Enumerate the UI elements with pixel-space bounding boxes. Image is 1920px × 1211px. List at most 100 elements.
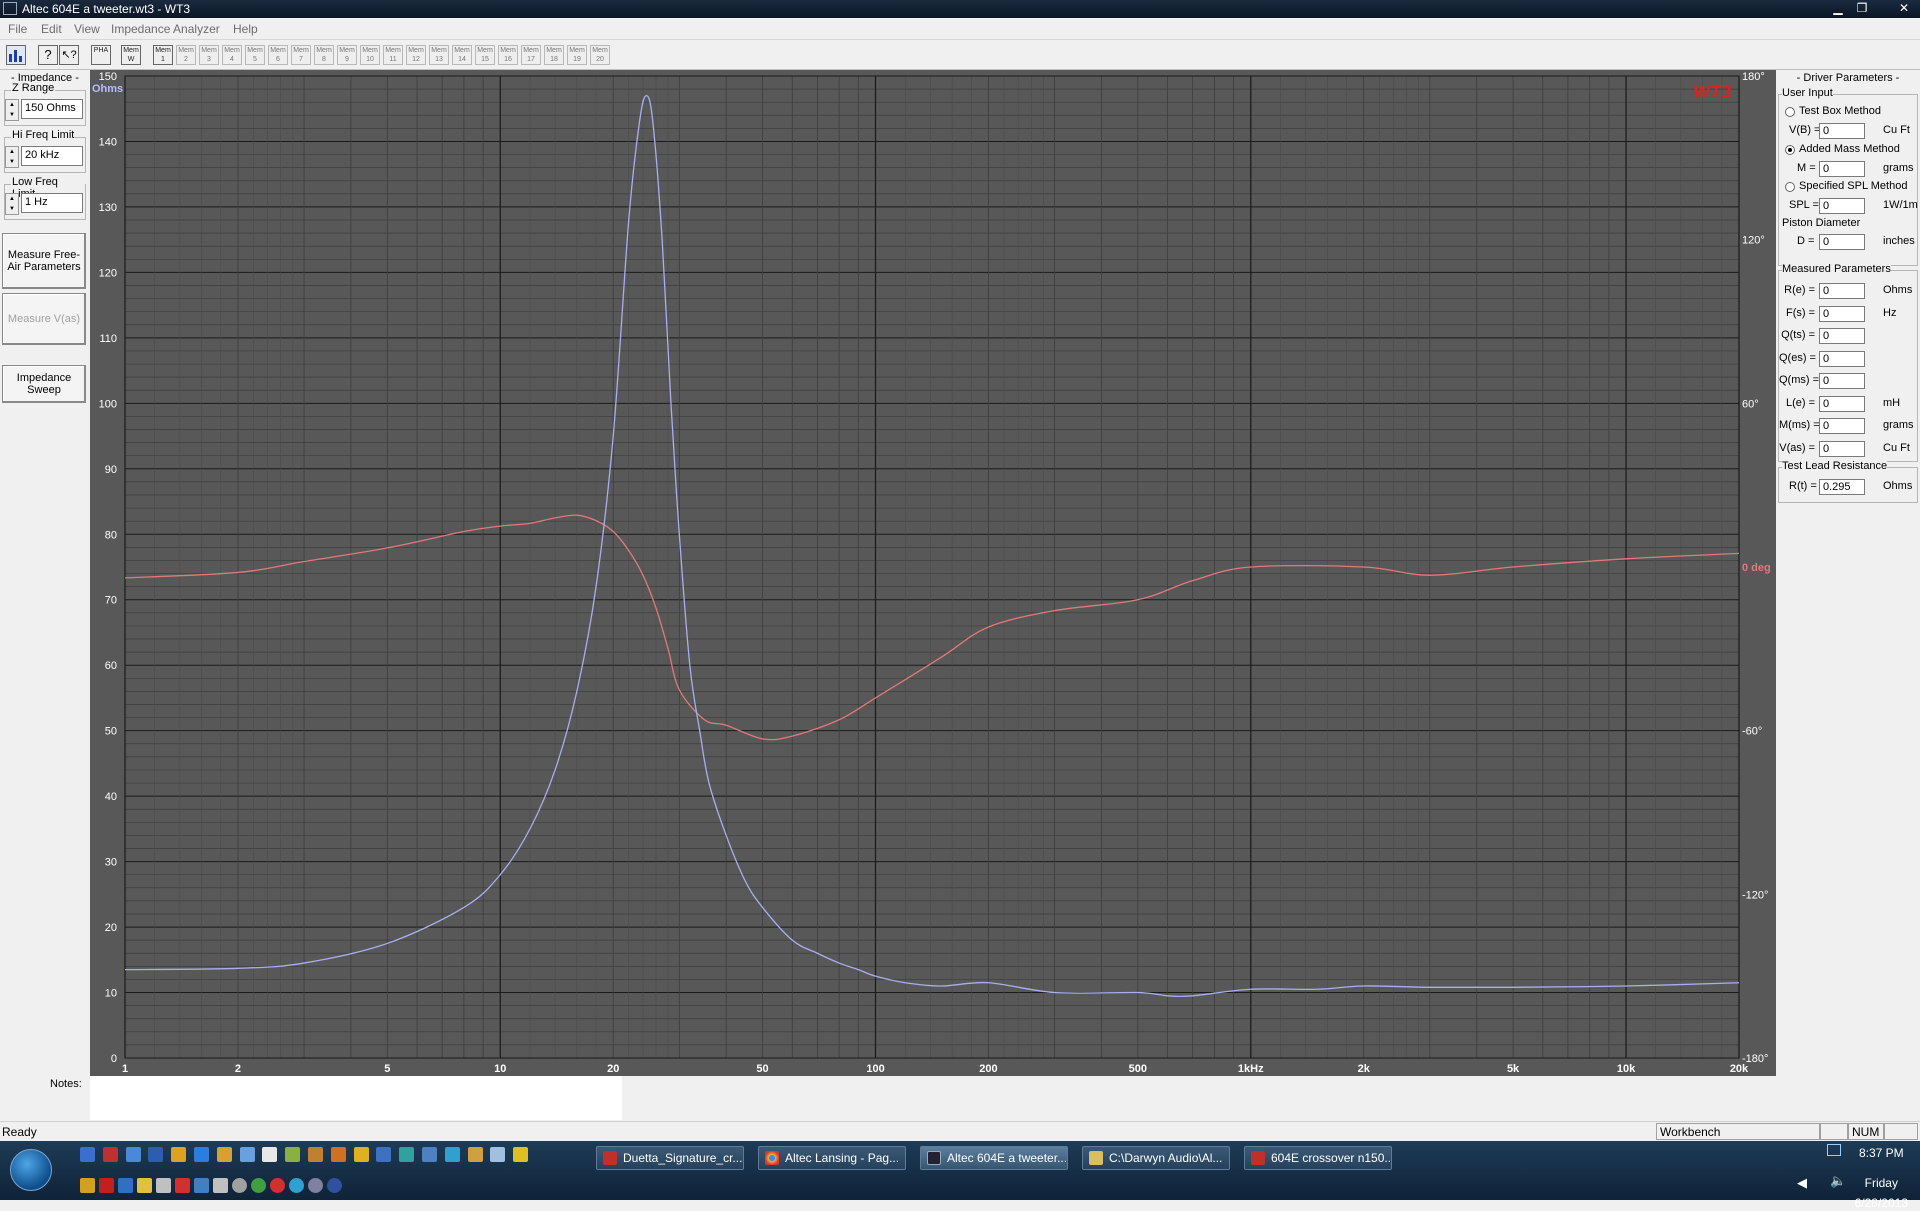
m-field[interactable]: 0 xyxy=(1819,161,1865,177)
mem-slot-button[interactable]: Mem 12 xyxy=(406,45,426,65)
mem-slot-button[interactable]: Mem 3 xyxy=(199,45,219,65)
show-hidden-icons[interactable]: ◀ xyxy=(1797,1175,1807,1191)
quick-launch-icon[interactable] xyxy=(148,1147,164,1162)
mem-slot-button[interactable]: Mem 11 xyxy=(383,45,403,65)
impedance-chart[interactable]: 0102030405060708090100110120130140150Ohm… xyxy=(90,70,1776,1076)
mem-slot-button[interactable]: Mem 8 xyxy=(314,45,334,65)
mem-slot-button[interactable]: Mem 13 xyxy=(429,45,449,65)
quick-launch-icon[interactable] xyxy=(285,1147,301,1162)
mem-slot-button[interactable]: Mem 19 xyxy=(567,45,587,65)
chart-view-button[interactable] xyxy=(6,45,26,65)
measure-free-air-button[interactable]: Measure Free-Air Parameters xyxy=(2,233,86,289)
task-crossover-pdf[interactable]: 604E crossover n150... xyxy=(1244,1146,1392,1170)
menu-help[interactable]: Help xyxy=(233,22,258,36)
param-field[interactable]: 0 xyxy=(1819,328,1865,344)
quick-launch-icon[interactable] xyxy=(513,1147,529,1162)
quick-launch-icon[interactable] xyxy=(422,1147,437,1162)
network-icon[interactable] xyxy=(1827,1144,1841,1156)
mem-slot-button[interactable]: Mem 7 xyxy=(291,45,311,65)
mem-slot-button[interactable]: Mem 4 xyxy=(222,45,242,65)
hifreq-field[interactable]: 20 kHz xyxy=(21,146,83,166)
param-field[interactable]: 0 xyxy=(1819,440,1865,457)
quick-launch-icon[interactable] xyxy=(270,1178,285,1193)
quick-launch-icon[interactable] xyxy=(80,1178,95,1193)
context-help-button[interactable]: ↖? xyxy=(59,45,79,65)
quick-launch-icon[interactable] xyxy=(251,1178,266,1193)
quick-launch-icon[interactable] xyxy=(171,1147,187,1162)
quick-launch-icon[interactable] xyxy=(490,1147,506,1162)
mem-slot-button[interactable]: Mem 18 xyxy=(544,45,564,65)
mem-slot-button[interactable]: Mem 9 xyxy=(337,45,357,65)
start-button[interactable] xyxy=(10,1149,52,1191)
spl-field[interactable]: 0 xyxy=(1819,198,1865,214)
quick-launch-icon[interactable] xyxy=(232,1178,247,1193)
rt-field[interactable]: 0.295 xyxy=(1819,479,1865,495)
menu-view[interactable]: View xyxy=(74,22,100,36)
param-field[interactable]: 0 xyxy=(1819,418,1865,434)
lofreq-spinner[interactable]: ▲ ▼ xyxy=(5,193,19,215)
quick-launch-icon[interactable] xyxy=(262,1147,278,1162)
impedance-sweep-button[interactable]: Impedance Sweep xyxy=(2,365,86,403)
mem-slot-button[interactable]: Mem 5 xyxy=(245,45,265,65)
quick-launch-icon[interactable] xyxy=(194,1147,209,1162)
quick-launch-icon[interactable] xyxy=(118,1178,133,1193)
hifreq-spinner[interactable]: ▲ ▼ xyxy=(5,146,19,168)
quick-launch-icon[interactable] xyxy=(102,1147,118,1162)
quick-launch-icon[interactable] xyxy=(80,1147,95,1162)
menu-edit[interactable]: Edit xyxy=(41,22,62,36)
measure-vas-button[interactable]: Measure V(as) xyxy=(2,293,86,345)
task-explorer[interactable]: C:\Darwyn Audio\Al... xyxy=(1082,1146,1230,1170)
param-field[interactable]: 0 xyxy=(1819,350,1865,367)
mem-1-button[interactable]: Mem 1 xyxy=(153,45,173,65)
mem-slot-button[interactable]: Mem 16 xyxy=(498,45,518,65)
task-duetta-pdf[interactable]: Duetta_Signature_cr... xyxy=(596,1146,744,1170)
param-field[interactable]: 0 xyxy=(1819,305,1865,322)
mem-slot-button[interactable]: Mem 17 xyxy=(521,45,541,65)
quick-launch-icon[interactable] xyxy=(327,1178,342,1193)
quick-launch-icon[interactable] xyxy=(467,1147,483,1162)
mem-slot-button[interactable]: Mem 15 xyxy=(475,45,495,65)
mem-slot-button[interactable]: Mem 10 xyxy=(360,45,380,65)
d-field[interactable]: 0 xyxy=(1819,234,1865,250)
quick-launch-icon[interactable] xyxy=(289,1178,304,1193)
quick-launch-icon[interactable] xyxy=(213,1178,228,1193)
mem-slot-button[interactable]: Mem 6 xyxy=(268,45,288,65)
menu-file[interactable]: File xyxy=(8,22,27,36)
quick-launch-icon[interactable] xyxy=(444,1147,460,1162)
mem-slot-button[interactable]: Mem 20 xyxy=(590,45,610,65)
menu-impedance-analyzer[interactable]: Impedance Analyzer xyxy=(111,22,220,36)
zrange-field[interactable]: 150 Ohms xyxy=(21,99,83,119)
param-field[interactable]: 0 xyxy=(1819,373,1865,389)
task-wt3[interactable]: Altec 604E a tweeter... xyxy=(920,1146,1068,1170)
spl-radio[interactable] xyxy=(1785,182,1795,192)
quick-launch-icon[interactable] xyxy=(376,1147,392,1162)
quick-launch-icon[interactable] xyxy=(194,1178,209,1193)
notes-field[interactable] xyxy=(90,1076,622,1120)
mem-slot-button[interactable]: Mem 2 xyxy=(176,45,196,65)
quick-launch-icon[interactable] xyxy=(353,1147,369,1162)
impedance-plot[interactable]: 0 10 20 30 40 50 60 70 80 90 100 110 120 130 140 150 Ohm… xyxy=(90,70,1776,1076)
pha-button[interactable]: PHA xyxy=(91,45,111,65)
volume-icon[interactable]: 🔈 xyxy=(1830,1173,1846,1189)
quick-launch-icon[interactable] xyxy=(137,1178,152,1193)
task-altec-browser[interactable]: Altec Lansing - Pag... xyxy=(758,1146,906,1170)
zrange-spinner[interactable]: ▲ ▼ xyxy=(5,99,19,121)
mem-slot-button[interactable]: Mem 14 xyxy=(452,45,472,65)
vb-field[interactable]: 0 xyxy=(1819,123,1865,139)
quick-launch-icon[interactable] xyxy=(156,1178,171,1193)
mem-w-button[interactable]: Mem W xyxy=(121,45,141,65)
added-mass-radio[interactable] xyxy=(1785,145,1795,155)
quick-launch-icon[interactable] xyxy=(330,1147,346,1162)
quick-launch-icon[interactable] xyxy=(125,1147,141,1162)
test-box-radio[interactable] xyxy=(1785,107,1795,117)
param-field[interactable]: 0 xyxy=(1819,283,1865,299)
quick-launch-icon[interactable] xyxy=(308,1178,323,1193)
restore-button[interactable]: ❐ xyxy=(1851,1,1873,16)
quick-launch-icon[interactable] xyxy=(216,1147,232,1162)
quick-launch-icon[interactable] xyxy=(239,1147,255,1162)
quick-launch-icon[interactable] xyxy=(308,1147,323,1162)
quick-launch-icon[interactable] xyxy=(175,1178,190,1193)
help-button[interactable]: ? xyxy=(38,45,58,65)
close-button[interactable]: ✕ xyxy=(1893,1,1915,16)
quick-launch-icon[interactable] xyxy=(399,1147,415,1162)
